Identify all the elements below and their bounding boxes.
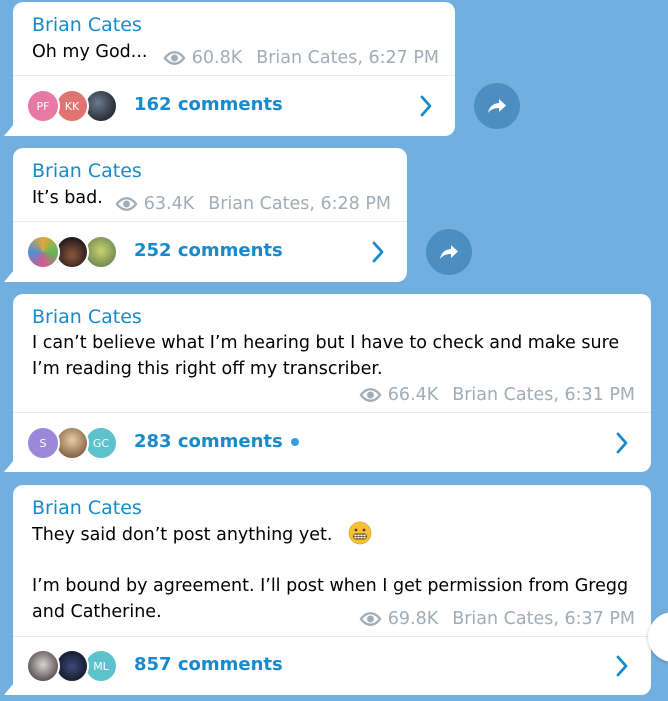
- avatar: [26, 649, 60, 683]
- sender-name[interactable]: Brian Cates: [32, 159, 142, 183]
- avatar: [26, 235, 60, 269]
- avatar: [55, 649, 89, 683]
- commenter-avatars: ML: [26, 649, 122, 683]
- message-signature: Brian Cates, 6:31 PM: [452, 385, 635, 405]
- message-text: I’m reading this right off my transcribe…: [32, 359, 383, 379]
- sender-name[interactable]: Brian Cates: [32, 305, 142, 329]
- message-bubble: Brian Cates They said don’t post anythin…: [13, 485, 651, 695]
- eye-icon: [359, 612, 382, 626]
- message-meta: 60.8K Brian Cates, 6:27 PM: [163, 46, 439, 70]
- message-bubble: Brian Cates Oh my God... 60.8K Brian Cat…: [13, 2, 455, 136]
- view-count: 66.4K: [387, 385, 439, 405]
- eye-icon: [359, 388, 382, 402]
- comments-count: 252 comments: [134, 240, 283, 261]
- message-text: I can’t believe what I’m hearing but I h…: [32, 333, 620, 353]
- chevron-right-icon: [616, 655, 628, 677]
- commenter-avatars: S GC: [26, 426, 122, 460]
- commenter-avatars: PF KK: [26, 89, 122, 123]
- comments-button[interactable]: S GC 283 comments: [13, 414, 651, 472]
- sender-name[interactable]: Brian Cates: [32, 496, 142, 520]
- scroll-down-button[interactable]: [648, 612, 668, 662]
- view-count: 60.8K: [191, 48, 243, 68]
- divider: [13, 221, 407, 222]
- chevron-right-icon: [616, 432, 628, 454]
- message-text: I’m bound by agreement. I’ll post when I…: [32, 576, 629, 596]
- avatar: [55, 426, 89, 460]
- comments-count: 162 comments: [134, 94, 283, 115]
- message-bubble: Brian Cates It’s bad. 63.4K Brian Cates,…: [13, 148, 407, 282]
- message-signature: Brian Cates, 6:37 PM: [452, 609, 635, 629]
- message-text: and Catherine.: [32, 602, 162, 622]
- commenter-avatars: [26, 235, 122, 269]
- avatar: S: [26, 426, 60, 460]
- avatar: [55, 235, 89, 269]
- message-signature: Brian Cates, 6:27 PM: [256, 48, 439, 68]
- grimacing-face-emoji: [348, 521, 372, 545]
- view-count: 63.4K: [143, 194, 195, 214]
- message-text-line: They said don’t post anything yet.: [32, 525, 333, 545]
- comments-button[interactable]: ML 857 comments: [13, 637, 651, 695]
- comments-count: 283 comments: [134, 430, 299, 454]
- share-icon: [485, 94, 509, 118]
- comments-count-text: 283 comments: [134, 431, 283, 452]
- divider: [13, 412, 651, 413]
- message-text: Oh my God...: [32, 42, 148, 62]
- message-text: It’s bad.: [32, 188, 103, 208]
- avatar: PF: [26, 89, 60, 123]
- share-button[interactable]: [474, 83, 520, 129]
- avatar: [84, 235, 118, 269]
- unread-dot: [290, 438, 299, 446]
- eye-icon: [115, 197, 138, 211]
- divider: [13, 75, 455, 76]
- comments-button[interactable]: 252 comments: [13, 223, 407, 281]
- sender-name[interactable]: Brian Cates: [32, 13, 142, 37]
- message-text: They said don’t post anything yet.: [32, 521, 372, 548]
- comments-button[interactable]: PF KK 162 comments: [13, 77, 455, 135]
- chevron-right-icon: [420, 95, 432, 117]
- comments-count: 857 comments: [134, 654, 283, 675]
- avatar: ML: [84, 649, 118, 683]
- share-icon: [437, 240, 461, 264]
- view-count: 69.8K: [387, 609, 439, 629]
- eye-icon: [163, 51, 186, 65]
- chevron-right-icon: [372, 241, 384, 263]
- avatar: GC: [84, 426, 118, 460]
- message-signature: Brian Cates, 6:28 PM: [208, 194, 391, 214]
- avatar: [84, 89, 118, 123]
- message-meta: 69.8K Brian Cates, 6:37 PM: [359, 607, 635, 631]
- message-meta: 66.4K Brian Cates, 6:31 PM: [359, 383, 635, 407]
- message-meta: 63.4K Brian Cates, 6:28 PM: [115, 192, 391, 216]
- avatar: KK: [55, 89, 89, 123]
- message-bubble: Brian Cates I can’t believe what I’m hea…: [13, 294, 651, 472]
- share-button[interactable]: [426, 229, 472, 275]
